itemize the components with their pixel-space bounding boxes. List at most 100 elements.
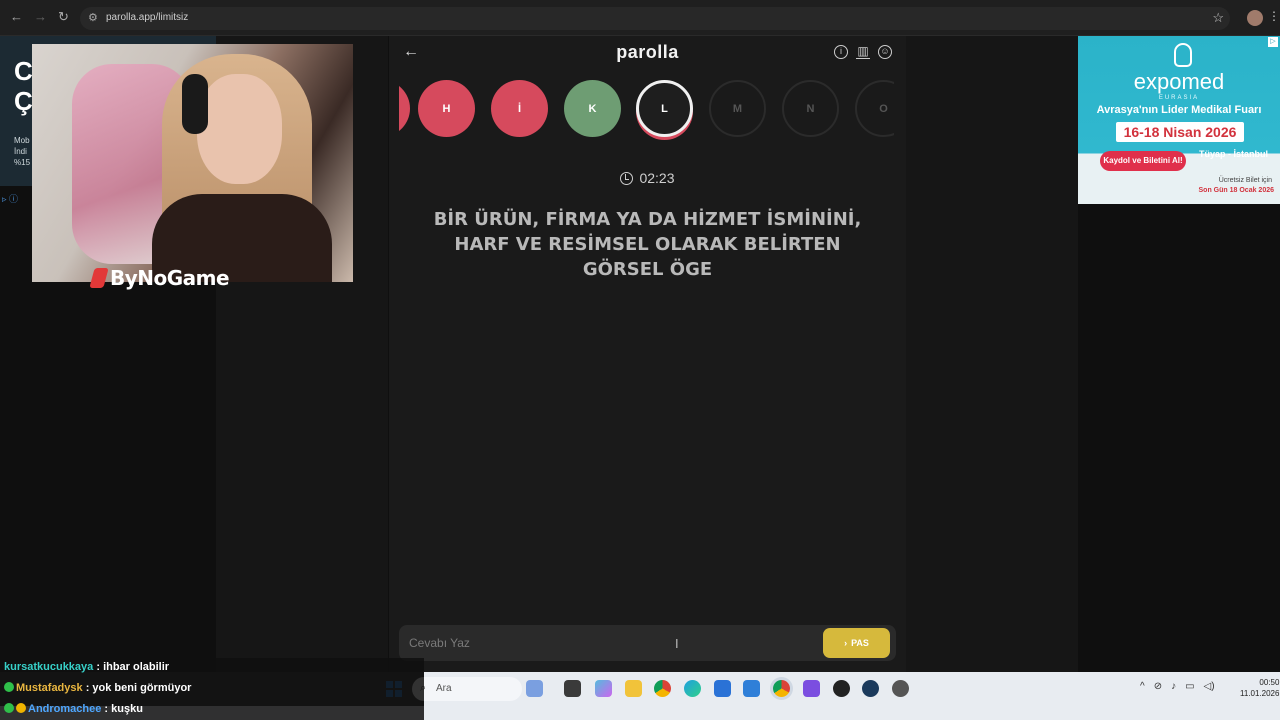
right-gutter [906, 36, 1078, 672]
letter-i: İ [517, 102, 522, 115]
obs-icon[interactable] [833, 680, 850, 697]
store-icon[interactable] [714, 680, 731, 697]
edge-icon[interactable] [684, 680, 701, 697]
bootstrap-app-icon[interactable] [803, 680, 820, 697]
clock-date: 11.01.2026 [1240, 689, 1280, 698]
parolla-game-panel: ← parolla i ▥ ☺ H İ K L M N O 02:23 BİR … [389, 36, 906, 672]
letter-circle-m[interactable]: M [709, 80, 766, 137]
letter-circle-i[interactable]: İ [491, 80, 548, 137]
volume-icon[interactable]: ◁) [1204, 681, 1215, 692]
letter-wheel: H İ K L M N O [399, 78, 894, 142]
chat-badge-icon [4, 703, 14, 713]
ad-dates: 16-18 Nisan 2026 [1116, 122, 1244, 142]
site-settings-icon[interactable]: ⚙ [88, 11, 98, 24]
letter-circle-l[interactable]: L [636, 80, 693, 137]
chevron-up-icon[interactable]: ^ [1140, 681, 1145, 692]
chat-message: Andromachee : kuşku [4, 703, 143, 715]
chrome-icon[interactable] [654, 680, 671, 697]
taskbar-search[interactable]: ⌕ Ara [412, 677, 522, 701]
letter-circle-k[interactable]: K [564, 80, 621, 137]
app-icon[interactable] [892, 680, 909, 697]
ad-venue: Tüyap - İstanbul [1199, 149, 1269, 159]
chat-username: Andromachee [28, 703, 102, 715]
menu-icon[interactable]: ⋮ [1268, 9, 1280, 23]
pass-button[interactable]: › PAS [823, 628, 890, 658]
ad-choices-icon[interactable]: ▹ ⓘ [2, 192, 18, 205]
chat-message: Mustafadysk : yok beni görmüyor [4, 682, 191, 694]
left-ad-headline-1: C [14, 56, 33, 86]
clock-time: 00:50 [1259, 678, 1280, 687]
forward-icon[interactable]: → [34, 9, 47, 24]
network-off-icon[interactable]: ⊘ [1154, 681, 1162, 692]
timer: 02:23 [389, 170, 906, 186]
letter-o: O [879, 102, 888, 115]
copilot-icon[interactable] [595, 680, 612, 697]
chat-badge-icon [4, 682, 14, 692]
system-tray: ^ ⊘ ♪ ▭ ◁) [1140, 681, 1215, 692]
chrome-active-icon[interactable] [773, 680, 790, 697]
chat-username: Mustafadysk [16, 682, 83, 694]
left-ad-line-1: Mob [14, 136, 30, 145]
chat-text: : kuşku [104, 703, 143, 715]
pass-label: PAS [851, 638, 869, 648]
display-icon[interactable]: ▭ [1185, 681, 1194, 692]
left-ad-line-2: İndi [14, 147, 27, 156]
reload-icon[interactable]: ↻ [58, 9, 69, 25]
bookmark-star-icon[interactable]: ☆ [1212, 10, 1224, 26]
timer-value: 02:23 [639, 170, 675, 186]
steam-icon[interactable] [862, 680, 879, 697]
bynogame-logo: ByNoGame [89, 266, 230, 290]
expomed-ad-banner[interactable]: ▷ expomed EURASIA Avrasya'nın Lider Medi… [1078, 36, 1280, 204]
ad-brand: expomed [1133, 69, 1225, 94]
ad-info-icon[interactable]: ▷ [1268, 37, 1278, 47]
letter-circle-prev[interactable] [399, 80, 410, 137]
chat-message: kursatkucukkaya : ihbar olabilir [4, 661, 169, 673]
letter-circle-n[interactable]: N [782, 80, 839, 137]
ad-tagline: Avrasya'nın Lider Medikal Fuarı [1096, 104, 1262, 116]
letter-n: N [806, 102, 815, 115]
info-icon[interactable]: i [834, 45, 848, 59]
chevron-right-icon: › [844, 638, 848, 648]
question-text: BİR ÜRÜN, FİRMA YA DA HİZMET İSMİNİNİ, H… [433, 209, 862, 280]
letter-l: L [661, 102, 668, 115]
ad-note-1: Ücretsiz Bilet için [1218, 177, 1272, 184]
task-view-icon[interactable] [564, 680, 581, 697]
back-icon[interactable]: ← [10, 9, 23, 24]
taskbar-search-label: Ara [436, 683, 452, 694]
address-url: parolla.app/limitsiz [106, 12, 189, 23]
streamer-face [197, 74, 282, 184]
taskbar-clock[interactable]: 00:50 11.01.2026 [1240, 677, 1279, 699]
ad-note-2: Son Gün 18 Ocak 2026 [1198, 187, 1274, 194]
chat-text: : ihbar olabilir [96, 661, 170, 673]
letter-h: H [442, 102, 451, 115]
file-explorer-icon[interactable] [625, 680, 642, 697]
letter-k: K [588, 102, 597, 115]
letter-circle-h[interactable]: H [418, 80, 475, 137]
address-bar[interactable]: ⚙ parolla.app/limitsiz ☆ [80, 7, 1230, 30]
outlook-icon[interactable] [743, 680, 760, 697]
chat-badge-icon [16, 703, 26, 713]
stats-icon[interactable]: ▥ [856, 45, 870, 59]
headset-icon [182, 74, 208, 134]
account-icon[interactable]: ☺ [878, 45, 892, 59]
widgets-icon[interactable] [526, 680, 543, 697]
profile-avatar[interactable] [1247, 10, 1263, 26]
answer-input[interactable] [409, 633, 809, 653]
mic-icon[interactable]: ♪ [1171, 681, 1176, 692]
answer-bar: I ›PAS [399, 625, 896, 661]
expomed-logo-icon [1174, 43, 1192, 67]
text-cursor-icon: I [675, 636, 679, 651]
webcam-overlay [32, 44, 353, 282]
letter-m: M [732, 102, 743, 115]
clock-icon [620, 172, 634, 185]
ad-cta-button[interactable]: Kaydol ve Biletini Al! [1100, 151, 1186, 171]
chat-text: : yok beni görmüyor [85, 682, 192, 694]
left-ad-line-3: %15 [14, 158, 31, 167]
header-icons: i ▥ ☺ [834, 45, 892, 59]
chat-username: kursatkucukkaya [4, 661, 94, 673]
ad-brand-sub: EURASIA [1158, 95, 1200, 101]
game-title: parolla [616, 42, 679, 62]
bynogame-mark-icon [89, 268, 109, 288]
letter-circle-o[interactable]: O [855, 80, 894, 137]
browser-toolbar: ← → ↻ ⚙ parolla.app/limitsiz ☆ ⋮ [0, 0, 1280, 36]
